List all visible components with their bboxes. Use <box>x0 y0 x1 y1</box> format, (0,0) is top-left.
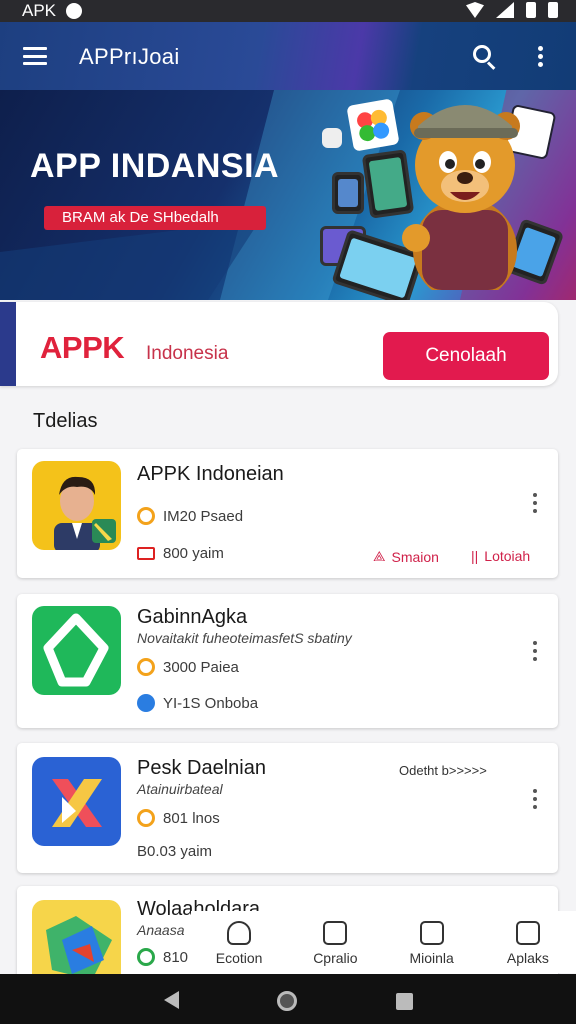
wifi-icon <box>466 2 484 18</box>
app-card[interactable]: GabinnAgka Novaitakit fuheoteimasfetS sb… <box>17 594 558 728</box>
sim-icon <box>526 2 536 18</box>
battery-icon <box>548 2 558 18</box>
details-link[interactable]: || Lotoiah <box>471 548 530 564</box>
brand-strip: APPK Indonesia Cenolaah <box>0 302 558 386</box>
nav-item-apps[interactable]: Aplaks <box>480 911 576 973</box>
verified-icon <box>137 948 155 966</box>
app-bar: APPrıJoai <box>0 22 576 90</box>
back-icon[interactable] <box>164 991 179 1009</box>
document-icon <box>323 921 348 945</box>
app-icon-x <box>32 757 121 846</box>
app-card[interactable]: Pesk Daelnian Odetht b>>>>> Atainuirbate… <box>17 743 558 873</box>
system-navigation-bar <box>0 974 576 1024</box>
app-meta-secondary: 800 yaim <box>163 545 224 562</box>
rating-icon <box>137 809 155 827</box>
app-meta-primary: 810 <box>163 948 189 966</box>
more-options-icon[interactable] <box>538 46 544 68</box>
app-name: GabinnAgka <box>137 606 248 628</box>
bag-icon <box>515 921 540 945</box>
app-card[interactable]: APPK Indoneian IM20 Psaed 800 yaim ⟁ Sma… <box>17 449 558 578</box>
app-name: APPK Indoneian <box>137 463 284 485</box>
app-meta-primary: IM20 Psaed <box>163 507 244 525</box>
home-icon[interactable] <box>277 991 297 1011</box>
status-left-text: APK <box>22 1 57 20</box>
app-icon-person <box>32 461 121 550</box>
phone-graphic <box>332 172 364 214</box>
app-description: Anaasa <box>137 922 185 938</box>
app-title: APPrıJoai <box>79 44 180 69</box>
nav-item-section[interactable]: Ecotion <box>191 911 287 973</box>
size-icon <box>137 547 155 560</box>
search-icon[interactable] <box>473 45 499 71</box>
signal-icon <box>496 2 514 18</box>
bear-mascot-illustration <box>402 105 520 290</box>
verified-icon <box>137 694 155 712</box>
card-more-icon[interactable] <box>533 641 539 663</box>
app-meta-secondary: B0.03 yaim <box>137 843 213 860</box>
hamburger-menu-icon[interactable] <box>23 47 47 65</box>
app-icon-chat <box>32 606 121 695</box>
section-title: Tdelias <box>33 410 98 432</box>
install-link[interactable]: ⟁ Smaion <box>373 548 439 565</box>
card-more-icon[interactable] <box>533 789 539 811</box>
app-description: Atainuirbateal <box>137 781 223 797</box>
app-meta-primary: 801 lnos <box>163 809 220 827</box>
brand-name: Indonesia <box>146 343 229 364</box>
banner-subtitle: BRAM ak De SHbedalh <box>44 206 266 230</box>
app-meta-secondary: YI-1S Onboba <box>163 694 259 712</box>
share-icon: ⟁ <box>373 548 386 564</box>
promo-banner[interactable]: APP INDANSIA BRAM ak De SHbedalh <box>0 90 576 300</box>
pause-icon: || <box>471 548 479 564</box>
card-more-icon[interactable] <box>533 493 539 515</box>
app-name: Pesk Daelnian <box>137 757 266 779</box>
photos-app-icon <box>346 98 400 152</box>
app-tile-icon <box>322 128 342 148</box>
banner-title: APP INDANSIA <box>30 147 280 185</box>
app-description: Novaitakit fuheoteimasfetS sbatiny <box>137 630 352 646</box>
person-icon <box>227 921 252 945</box>
app-meta-primary: 3000 Paiea <box>163 658 239 676</box>
app-tag[interactable]: Odetht b>>>>> <box>399 763 487 778</box>
cta-button[interactable]: Cenolaah <box>383 332 549 380</box>
nav-item-media[interactable]: Mioinla <box>384 911 480 973</box>
rating-icon <box>137 507 155 525</box>
bottom-navigation: Ecotion Cpralio Mioinla Aplaks <box>191 911 576 973</box>
notification-icon <box>66 3 83 19</box>
recents-icon[interactable] <box>396 993 413 1010</box>
rating-icon <box>137 658 155 676</box>
status-bar: APK <box>0 0 576 22</box>
brand-logo: APPK <box>40 330 125 365</box>
clipboard-icon <box>419 921 444 945</box>
nav-item-profile[interactable]: Cpralio <box>287 911 383 973</box>
